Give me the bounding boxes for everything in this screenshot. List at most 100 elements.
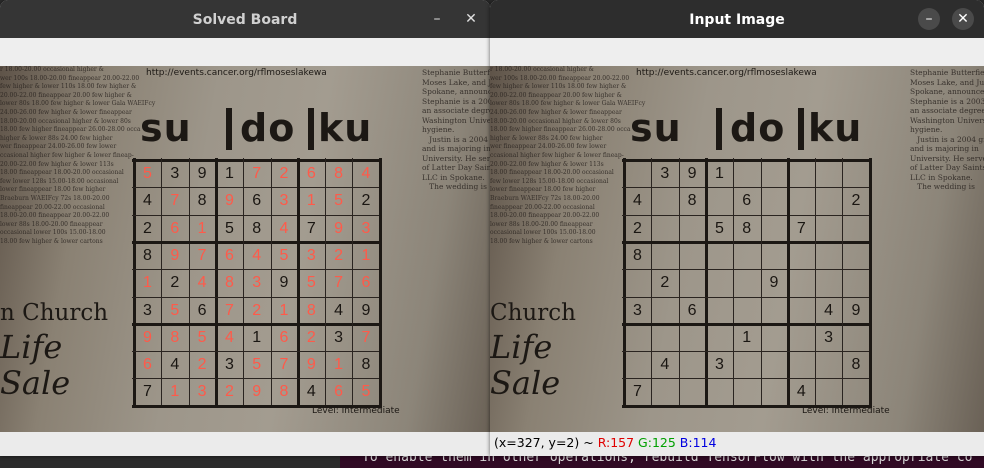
title-divider bbox=[308, 108, 314, 150]
status-bar: (x=327, y=2) ~ R:157 G:125 B:114 bbox=[490, 432, 984, 454]
solved-digit: 7 bbox=[170, 192, 180, 210]
church-ad-line3: Sale bbox=[0, 364, 71, 402]
solved-digit: 8 bbox=[170, 328, 180, 346]
solved-digit: 2 bbox=[252, 301, 262, 319]
solved-digit: 6 bbox=[170, 219, 180, 237]
grid-line bbox=[622, 378, 872, 380]
church-ad-line1: Church bbox=[490, 300, 576, 326]
solved-digit: 9 bbox=[143, 328, 152, 346]
solved-digit: 1 bbox=[306, 192, 316, 210]
given-digit: 2 bbox=[143, 219, 152, 237]
grid-line bbox=[815, 158, 817, 408]
solved-digit: 1 bbox=[334, 356, 344, 374]
solved-digit: 6 bbox=[306, 165, 316, 182]
grid-line bbox=[868, 158, 872, 408]
solved-digit: 6 bbox=[143, 356, 152, 374]
title-divider bbox=[226, 108, 232, 150]
given-digit: 9 bbox=[851, 301, 861, 319]
input-image-window[interactable]: Input Image – ✕ r 18.00-20.00 occasional… bbox=[490, 0, 984, 456]
given-digit: 3 bbox=[143, 301, 152, 319]
toolbar bbox=[490, 38, 984, 66]
given-digit: 3 bbox=[224, 356, 234, 374]
given-digit: 8 bbox=[197, 192, 207, 210]
minimize-button[interactable]: – bbox=[426, 8, 448, 30]
solved-digit: 9 bbox=[306, 356, 316, 374]
image-canvas[interactable]: r 18.00-20.00 occasional higher & wer 10… bbox=[490, 66, 984, 432]
solved-digit: 2 bbox=[224, 383, 234, 401]
solved-digit: 4 bbox=[279, 219, 289, 237]
solved-digit: 1 bbox=[170, 383, 180, 401]
solved-digit: 8 bbox=[279, 383, 289, 401]
title-su: su bbox=[630, 106, 682, 150]
title-do: do bbox=[730, 106, 786, 150]
given-digit: 1 bbox=[252, 328, 262, 346]
solved-digit: 9 bbox=[170, 246, 180, 264]
given-digit: 9 bbox=[687, 165, 697, 182]
solved-digit: 6 bbox=[224, 246, 234, 264]
solved-digit: 3 bbox=[279, 192, 289, 210]
solved-digit: 5 bbox=[143, 165, 152, 182]
solved-digit: 9 bbox=[252, 383, 262, 401]
given-digit: 2 bbox=[660, 274, 670, 292]
given-digit: 1 bbox=[224, 165, 234, 182]
given-digit: 2 bbox=[361, 192, 371, 210]
title-su: su bbox=[140, 106, 192, 150]
solved-board-window[interactable]: Solved Board – ✕ r 18.00-20.00 occasiona… bbox=[0, 0, 490, 456]
titlebar[interactable]: Solved Board – ✕ bbox=[0, 0, 490, 38]
given-digit: 3 bbox=[660, 165, 670, 182]
solved-digit: 2 bbox=[279, 165, 289, 182]
blue-value: B:114 bbox=[679, 435, 717, 450]
solved-digit: 5 bbox=[197, 328, 207, 346]
solved-digit: 9 bbox=[224, 192, 234, 210]
solved-digit: 9 bbox=[334, 219, 344, 237]
solved-digit: 4 bbox=[224, 328, 234, 346]
church-ad-line1: n Church bbox=[0, 300, 109, 326]
side-text-right: Stephanie Butterfield Moses Lake, and Ju… bbox=[910, 68, 984, 191]
solved-digit: 1 bbox=[143, 274, 152, 292]
given-digit: 3 bbox=[334, 328, 344, 346]
church-ad-line2: Life bbox=[490, 328, 553, 366]
title-divider bbox=[716, 108, 722, 150]
solved-digit: 6 bbox=[279, 328, 289, 346]
given-digit: 8 bbox=[851, 356, 861, 374]
given-digit: 5 bbox=[224, 219, 234, 237]
church-ad-line2: Life bbox=[0, 328, 63, 366]
solved-digit: 3 bbox=[197, 383, 207, 401]
given-digit: 9 bbox=[361, 301, 371, 319]
given-digit: 9 bbox=[769, 274, 779, 292]
given-digit: 8 bbox=[633, 246, 642, 264]
status-bar bbox=[0, 432, 490, 456]
given-digit: 7 bbox=[306, 219, 316, 237]
given-digit: 9 bbox=[197, 165, 207, 182]
solved-digit: 7 bbox=[197, 246, 207, 264]
given-digit: 6 bbox=[252, 192, 262, 210]
given-digit: 8 bbox=[742, 219, 752, 237]
solved-digit: 3 bbox=[361, 219, 371, 237]
close-button[interactable]: ✕ bbox=[952, 8, 974, 30]
solved-sudoku-grid: 5391726844789631522615847938976453211248… bbox=[132, 158, 384, 408]
url-text: http://events.cancer.org/rflmoseslakewa bbox=[146, 68, 327, 78]
image-canvas[interactable]: r 18.00-20.00 occasional higher & wer 10… bbox=[0, 66, 490, 432]
title-ku: ku bbox=[808, 106, 863, 150]
given-digit: 4 bbox=[334, 301, 344, 319]
solved-digit: 4 bbox=[252, 246, 262, 264]
given-digit: 1 bbox=[742, 328, 752, 346]
solved-digit: 7 bbox=[361, 328, 371, 346]
solved-digit: 1 bbox=[197, 219, 207, 237]
toolbar bbox=[0, 38, 490, 66]
given-digit: 4 bbox=[660, 356, 670, 374]
solved-digit: 5 bbox=[252, 356, 262, 374]
solved-digit: 3 bbox=[306, 246, 316, 264]
close-button[interactable]: ✕ bbox=[460, 8, 482, 30]
titlebar[interactable]: Input Image – ✕ bbox=[490, 0, 984, 38]
solved-digit: 1 bbox=[279, 301, 289, 319]
given-digit: 7 bbox=[633, 383, 642, 401]
given-digit: 8 bbox=[143, 246, 152, 264]
given-digit: 3 bbox=[714, 356, 724, 374]
given-digit: 4 bbox=[170, 356, 180, 374]
minimize-button[interactable]: – bbox=[918, 8, 940, 30]
given-digit: 2 bbox=[851, 192, 861, 210]
solved-digit: 5 bbox=[170, 301, 180, 319]
window-title: Solved Board bbox=[192, 12, 298, 28]
solved-digit: 2 bbox=[334, 246, 344, 264]
